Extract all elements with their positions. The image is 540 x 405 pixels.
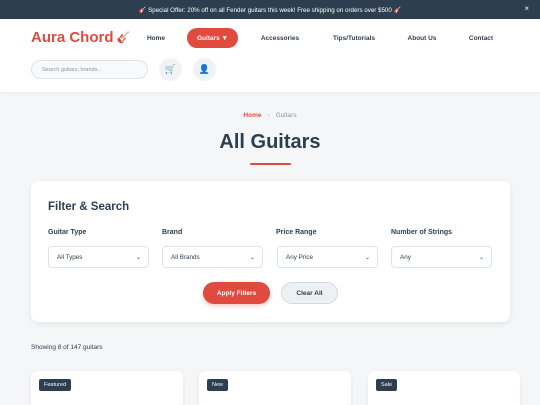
nav-tips-tutorials[interactable]: Tips/Tutorials: [327, 28, 381, 48]
product-card[interactable]: Sale: [368, 371, 520, 405]
clear-all-button[interactable]: Clear All: [281, 282, 338, 304]
price-range-value: Any Price: [286, 253, 313, 261]
product-badge: Featured: [39, 379, 72, 391]
logo-text: Aura Chord: [31, 29, 114, 46]
guitar-icon: 🎸: [116, 32, 131, 44]
brand-value: All Brands: [171, 253, 200, 261]
nav-contact[interactable]: Contact: [463, 28, 499, 48]
promo-banner: 🎸 Special Offer: 20% off on all Fender g…: [0, 0, 540, 19]
close-icon[interactable]: ×: [524, 4, 529, 13]
search-input[interactable]: [31, 60, 148, 79]
results-count: Showing 8 of 147 guitars: [31, 344, 103, 351]
filter-title: Filter & Search: [48, 201, 130, 213]
product-card[interactable]: New: [199, 371, 351, 405]
filter-label-price-range: Price Range: [276, 229, 317, 236]
nav-home[interactable]: Home: [137, 28, 175, 48]
number-of-strings-value: Any: [400, 253, 411, 261]
chevron-down-icon: ⌄: [364, 254, 370, 261]
product-badge: Sale: [376, 379, 398, 391]
logo[interactable]: Aura Chord 🎸: [31, 29, 130, 46]
cart-button[interactable]: 🛒: [159, 58, 182, 81]
site-header: Aura Chord 🎸 Home Guitars ▼ Accessories …: [0, 19, 540, 92]
chevron-down-icon: ⌄: [135, 254, 141, 261]
number-of-strings-select[interactable]: Any ⌄: [391, 246, 492, 268]
breadcrumb-separator: ›: [267, 112, 270, 119]
chevron-down-icon: ⌄: [249, 254, 255, 261]
nav-accessories[interactable]: Accessories: [255, 28, 305, 48]
breadcrumb-home[interactable]: Home: [243, 112, 261, 119]
filter-label-guitar-type: Guitar Type: [48, 229, 87, 236]
promo-text: 🎸 Special Offer: 20% off on all Fender g…: [138, 6, 402, 14]
breadcrumb-current: Guitars: [275, 112, 297, 119]
price-range-select[interactable]: Any Price ⌄: [277, 246, 378, 268]
cart-icon: 🛒: [164, 64, 177, 74]
apply-filters-button[interactable]: Apply Filters: [203, 282, 270, 304]
brand-select[interactable]: All Brands ⌄: [162, 246, 263, 268]
page-title: All Guitars: [219, 131, 321, 153]
user-icon: 👤: [198, 64, 211, 74]
nav-guitars[interactable]: Guitars ▼: [187, 28, 238, 48]
breadcrumb: Home › Guitars: [0, 112, 540, 119]
account-button[interactable]: 👤: [193, 58, 216, 81]
title-underline: [250, 163, 291, 165]
filter-label-brand: Brand: [162, 229, 183, 236]
product-badge: New: [207, 379, 229, 391]
guitar-type-select[interactable]: All Types ⌄: [48, 246, 149, 268]
product-card[interactable]: Featured: [31, 371, 183, 405]
nav-about-us[interactable]: About Us: [403, 28, 441, 48]
guitar-type-value: All Types: [57, 253, 83, 261]
filter-label-number-of-strings: Number of Strings: [391, 229, 453, 236]
filter-panel: Filter & Search Guitar Type Brand Price …: [31, 181, 510, 322]
chevron-down-icon: ⌄: [478, 254, 484, 261]
